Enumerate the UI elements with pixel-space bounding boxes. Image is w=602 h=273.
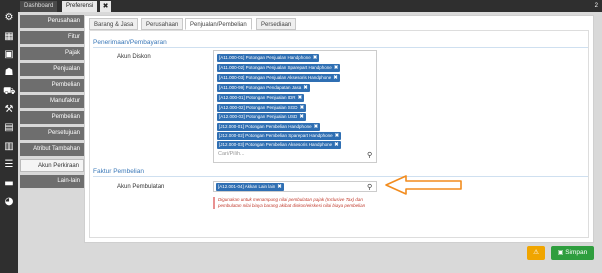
menu-item-akun-perkiraan[interactable]: Akun Perkiraan [20, 159, 84, 172]
search-icon[interactable]: ⚲ [367, 151, 372, 159]
cart-icon[interactable]: ⛟ [3, 86, 16, 98]
akun-diskon-multiselect[interactable]: [A11.000-01] Potongan Penjualan Handphon… [213, 50, 377, 163]
top-tab-bar: Dashboard Preferensi ✖ 2 [18, 0, 602, 12]
remove-tag-icon[interactable]: ✖ [277, 183, 282, 191]
menu-item-pembelian-2[interactable]: Pembelian [20, 111, 84, 124]
menu-item-fitur[interactable]: Fitur [20, 31, 84, 44]
field-label-akun-diskon: Akun Diskon [117, 54, 151, 60]
section-divider [93, 47, 588, 48]
menu-item-persetujuan[interactable]: Persetujuan [20, 127, 84, 140]
gear-icon[interactable]: ⚙ [3, 12, 15, 24]
menu-item-pembelian[interactable]: Pembelian [20, 79, 84, 92]
field-label-akun-pembulatan: Akun Pembulatan [117, 184, 165, 190]
tag-label: [J12.000-03] Potongan Pembelian Aksesori… [219, 142, 333, 147]
tab-barang-jasa[interactable]: Barang & Jasa [89, 18, 139, 30]
remove-tag-icon[interactable]: ✖ [313, 54, 318, 62]
save-button[interactable]: ▣ Simpan [551, 246, 594, 260]
building-icon[interactable]: ▦ [3, 31, 15, 43]
tag-label: [A11.000-01] Potongan Penjualan Handphon… [219, 55, 311, 60]
save-label: Simpan [565, 249, 588, 256]
remove-tag-icon[interactable]: ✖ [299, 113, 304, 121]
menu-item-atribut-tambahan[interactable]: Atribut Tambahan [20, 143, 84, 156]
selected-tag: [J12.000-03] Potongan Pembelian Aksesori… [217, 141, 341, 149]
menu-item-manufaktur[interactable]: Manufaktur [20, 95, 84, 108]
chart-icon[interactable]: ◕ [3, 196, 15, 208]
search-input[interactable]: Cari/Pilih... [218, 151, 245, 157]
money-icon[interactable]: ▤ [3, 122, 15, 134]
selected-tag: [J12.000-01] Potongan Pembelian Handphon… [217, 123, 321, 131]
tag-label: [J12.000-01] Potongan Pembelian Handphon… [219, 124, 312, 129]
tag-label: [A11.000-99] Potongan Pendapatan Jasa [219, 85, 302, 90]
warning-button[interactable]: ⚠ [527, 246, 545, 260]
remove-tag-icon[interactable]: ✖ [298, 94, 303, 102]
remove-tag-icon[interactable]: ✖ [333, 74, 338, 82]
remove-tag-icon[interactable]: ✖ [334, 141, 339, 149]
remove-tag-icon[interactable]: ✖ [335, 132, 340, 140]
tag-label: [A11.000-03] Potongan Penjualan Aksesori… [219, 75, 332, 80]
menu-item-pajak[interactable]: Pajak [20, 47, 84, 60]
akun-pembulatan-select[interactable]: [A12.001-04] Akkan Lain lain ✖ ⚲ [213, 181, 377, 192]
icon-sidebar: ⚙ ▦ ▣ ☗ ⛟ ⚒ ▤ ▥ ☰ ▬ ◕ [0, 0, 18, 273]
printer-icon[interactable]: ▬ [3, 178, 15, 190]
annotation-arrow-icon [385, 175, 462, 195]
remove-tag-icon[interactable]: ✖ [314, 123, 319, 131]
tag-label: [A12.000-03] Potongan Penjualan USD [219, 114, 298, 119]
notification-count[interactable]: 2 [595, 1, 598, 11]
section-title-faktur-pembelian: Faktur Pembelian [93, 168, 144, 175]
tab-persediaan[interactable]: Persediaan [256, 18, 297, 30]
save-icon: ▣ [557, 249, 564, 256]
close-icon[interactable]: ✖ [100, 1, 111, 12]
tab-dashboard[interactable]: Dashboard [20, 1, 58, 12]
remove-tag-icon[interactable]: ✖ [303, 84, 308, 92]
menu-item-penjualan[interactable]: Penjualan [20, 63, 84, 76]
tab-preferensi[interactable]: Preferensi [62, 1, 98, 12]
remove-tag-icon[interactable]: ✖ [300, 104, 305, 112]
wrench-icon[interactable]: ⚒ [3, 104, 15, 116]
tag-label: [J12.000-02] Potongan Pembelian Sparepar… [219, 133, 333, 138]
section-divider [93, 176, 588, 177]
tag-label: [A12.000-02] Potongan Penjualan SGD [219, 105, 298, 110]
document-icon[interactable]: ▥ [3, 141, 15, 153]
selected-tag: [A11.000-02] Potongan Penjualan Sparepar… [217, 64, 341, 72]
box-icon[interactable]: ▣ [3, 49, 15, 61]
tag-label: [A11.000-02] Potongan Penjualan Sparepar… [219, 65, 332, 70]
selected-tag: [A11.000-99] Potongan Pendapatan Jasa ✖ [217, 84, 310, 92]
tag-label: [A12.000-01] Potongan Penjualan IDR [219, 95, 296, 100]
help-text: Digunakan untuk menampung nilai pembulat… [213, 197, 378, 209]
selected-tag: [J12.000-02] Potongan Pembelian Sparepar… [217, 132, 342, 140]
list-icon[interactable]: ☰ [3, 159, 15, 171]
preference-menu: Perusahaan Fitur Pajak Penjualan Pembeli… [20, 15, 84, 191]
tab-perusahaan[interactable]: Perusahaan [141, 18, 184, 30]
selected-tag: [A12.000-02] Potongan Penjualan SGD ✖ [217, 104, 307, 112]
tag-label: [A12.001-04] Akkan Lain lain [218, 184, 276, 189]
selected-tag: [A11.000-01] Potongan Penjualan Handphon… [217, 54, 320, 62]
selected-tag: [A11.000-03] Potongan Penjualan Aksesori… [217, 74, 340, 82]
remove-tag-icon[interactable]: ✖ [334, 64, 339, 72]
selected-tag: [A12.000-03] Potongan Penjualan USD ✖ [217, 113, 306, 121]
search-icon[interactable]: ⚲ [367, 183, 372, 191]
user-icon[interactable]: ☗ [3, 67, 15, 79]
selected-tag: [A12.000-01] Potongan Penjualan IDR ✖ [217, 94, 305, 102]
tab-penjualan-pembelian[interactable]: Penjualan/Pembelian [185, 18, 252, 30]
selected-tag: [A12.001-04] Akkan Lain lain ✖ [216, 183, 284, 191]
section-title-penerimaan: Penerimaan/Pembayaran [93, 39, 167, 46]
menu-item-perusahaan[interactable]: Perusahaan [20, 15, 84, 28]
menu-item-lain-lain[interactable]: Lain-lain [20, 175, 84, 188]
